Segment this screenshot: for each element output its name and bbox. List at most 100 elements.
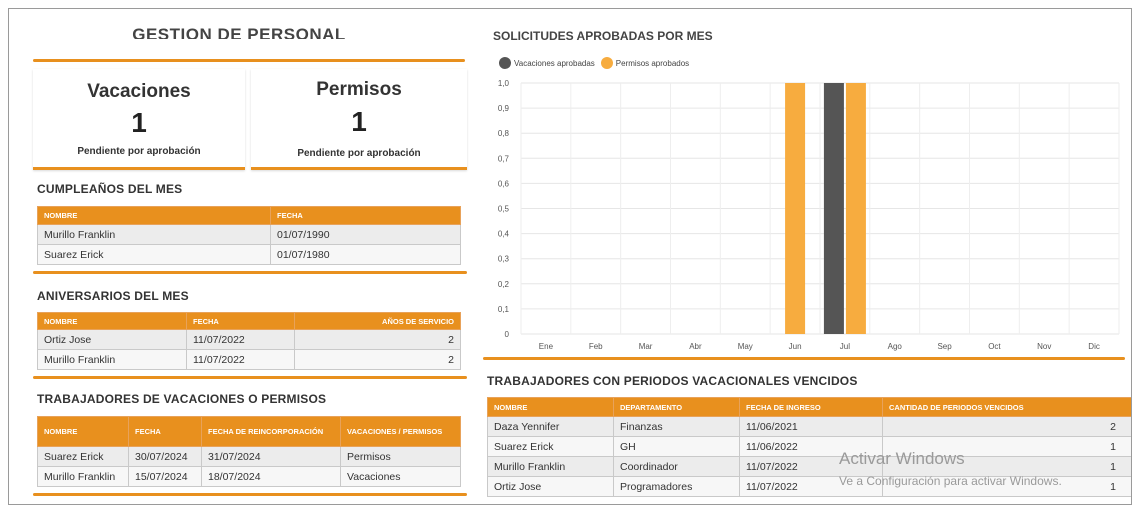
activation-watermark-subtitle: Ve a Configuración para activar Windows. (839, 474, 1062, 488)
cell-department: GH (613, 436, 740, 457)
permissions-card[interactable]: Permisos 1 Pendiente por aprobación (251, 69, 467, 170)
x-tick-label: Ene (539, 342, 554, 351)
cell-name: Suarez Erick (37, 446, 129, 467)
x-tick-label: Oct (988, 342, 1001, 351)
y-tick-label: 0 (505, 330, 510, 339)
card-title: Permisos (316, 79, 402, 100)
table-row[interactable]: Daza Yennifer Finanzas 11/06/2021 2 (487, 416, 1131, 437)
column-header[interactable]: NOMBRE (37, 416, 129, 447)
cell-date: 30/07/2024 (128, 446, 202, 467)
cell-type: Vacaciones (340, 466, 461, 487)
on-leave-divider (33, 493, 467, 496)
anniversaries-table: NOMBRE FECHA AÑOS DE SERVICIO Ortiz Jose… (37, 312, 461, 370)
column-header[interactable]: FECHA (128, 416, 202, 447)
x-tick-label: May (738, 342, 753, 351)
cell-department: Programadores (613, 476, 740, 497)
on-leave-title: TRABAJADORES DE VACACIONES O PERMISOS (37, 392, 327, 406)
table-row[interactable]: Suarez Erick GH 11/06/2022 1 (487, 436, 1131, 457)
bar-permisos-aprobados (785, 83, 806, 334)
table-row[interactable]: Murillo Franklin 11/07/2022 2 (37, 349, 461, 370)
column-header[interactable]: FECHA (186, 312, 295, 330)
cell-type: Permisos (340, 446, 461, 467)
y-tick-label: 0,6 (498, 179, 510, 188)
y-tick-label: 0,2 (498, 280, 510, 289)
y-tick-label: 0,3 (498, 255, 510, 264)
cell-hire-date: 11/06/2021 (739, 416, 883, 437)
table-row[interactable]: Murillo Franklin 15/07/2024 18/07/2024 V… (37, 466, 461, 487)
chart-divider (483, 357, 1125, 360)
cell-name: Ortiz Jose (487, 476, 614, 497)
column-header[interactable]: FECHA (270, 206, 461, 225)
birthdays-table: NOMBRE FECHA Murillo Franklin 01/07/1990… (37, 206, 461, 265)
x-tick-label: Abr (689, 342, 702, 351)
y-tick-label: 0,5 (498, 205, 510, 214)
x-tick-label: Mar (639, 342, 653, 351)
x-tick-label: Ago (888, 342, 903, 351)
column-header[interactable]: DEPARTAMENTO (613, 397, 740, 417)
cell-name: Murillo Franklin (37, 224, 271, 245)
cell-date: 01/07/1980 (270, 244, 461, 265)
activation-watermark-title: Activar Windows (839, 449, 965, 468)
column-header[interactable]: AÑOS DE SERVICIO (294, 312, 461, 330)
on-leave-table: NOMBRE FECHA FECHA DE REINCORPORACIÓN VA… (37, 416, 461, 487)
column-header[interactable]: FECHA DE REINCORPORACIÓN (201, 416, 341, 447)
anniversaries-divider (33, 376, 467, 379)
card-subtitle: Pendiente por aprobación (77, 146, 201, 157)
y-tick-label: 0,4 (498, 230, 510, 239)
cell-years: 2 (294, 349, 461, 370)
y-tick-label: 0,1 (498, 305, 510, 314)
cell-name: Ortiz Jose (37, 329, 187, 350)
x-tick-label: Jul (840, 342, 850, 351)
x-tick-label: Dic (1088, 342, 1100, 351)
cell-date: 01/07/1990 (270, 224, 461, 245)
page-title: GESTION DE PERSONAL (132, 25, 346, 39)
chart-title: SOLICITUDES APROBADAS POR MES (493, 29, 713, 40)
column-header[interactable]: FECHA DE INGRESO (739, 397, 883, 417)
anniversaries-title: ANIVERSARIOS DEL MES (37, 289, 189, 303)
y-tick-label: 0,7 (498, 154, 510, 163)
column-header[interactable]: VACACIONES / PERMISOS (340, 416, 461, 447)
bar-permisos-aprobados (845, 83, 866, 334)
cell-department: Coordinador (613, 456, 740, 477)
cell-date: 15/07/2024 (128, 466, 202, 487)
bar-vacaciones-aprobadas (823, 83, 844, 334)
cell-name: Suarez Erick (37, 244, 271, 265)
birthdays-divider (33, 271, 467, 274)
y-tick-label: 1,0 (498, 79, 510, 88)
column-header[interactable]: NOMBRE (37, 206, 271, 225)
cell-expired-count: 2 (882, 416, 1131, 437)
cell-return-date: 18/07/2024 (201, 466, 341, 487)
cell-date: 11/07/2022 (186, 349, 295, 370)
cell-name: Daza Yennifer (487, 416, 614, 437)
column-header[interactable]: NOMBRE (37, 312, 187, 330)
cell-name: Suarez Erick (487, 436, 614, 457)
table-row[interactable]: Murillo Franklin 01/07/1990 (37, 224, 461, 245)
y-tick-label: 0,8 (498, 129, 510, 138)
column-header[interactable]: CANTIDAD DE PERIODOS VENCIDOS (882, 397, 1131, 417)
x-tick-label: Feb (589, 342, 603, 351)
vacations-card[interactable]: Vacaciones 1 Pendiente por aprobación (33, 69, 245, 170)
card-subtitle: Pendiente por aprobación (297, 148, 421, 159)
cell-name: Murillo Franklin (487, 456, 614, 477)
card-title: Vacaciones (87, 81, 191, 102)
table-row[interactable]: Suarez Erick 30/07/2024 31/07/2024 Permi… (37, 446, 461, 467)
cell-date: 11/07/2022 (186, 329, 295, 350)
cell-department: Finanzas (613, 416, 740, 437)
x-tick-label: Sep (937, 342, 952, 351)
expired-title: TRABAJADORES CON PERIODOS VACACIONALES V… (487, 374, 858, 388)
y-tick-label: 0,9 (498, 104, 510, 113)
x-tick-label: Nov (1037, 342, 1051, 351)
birthdays-title: CUMPLEAÑOS DEL MES (37, 182, 183, 196)
table-row[interactable]: Ortiz Jose 11/07/2022 2 (37, 329, 461, 350)
column-header[interactable]: NOMBRE (487, 397, 614, 417)
card-count: 1 (351, 106, 367, 137)
cell-name: Murillo Franklin (37, 466, 129, 487)
cell-years: 2 (294, 329, 461, 350)
approved-requests-chart: 0 0,1 0,2 0,3 0,4 0,5 0,6 0,7 0,8 0,9 1,0 Ene Feb Mar… (498, 79, 1120, 351)
card-count: 1 (131, 107, 147, 138)
x-tick-label: Jun (789, 342, 802, 351)
table-row[interactable]: Suarez Erick 01/07/1980 (37, 244, 461, 265)
cell-return-date: 31/07/2024 (201, 446, 341, 467)
dashboard-frame: GESTION DE PERSONAL Vacaciones 1 Pendien… (8, 8, 1132, 505)
title-underline (33, 59, 465, 62)
